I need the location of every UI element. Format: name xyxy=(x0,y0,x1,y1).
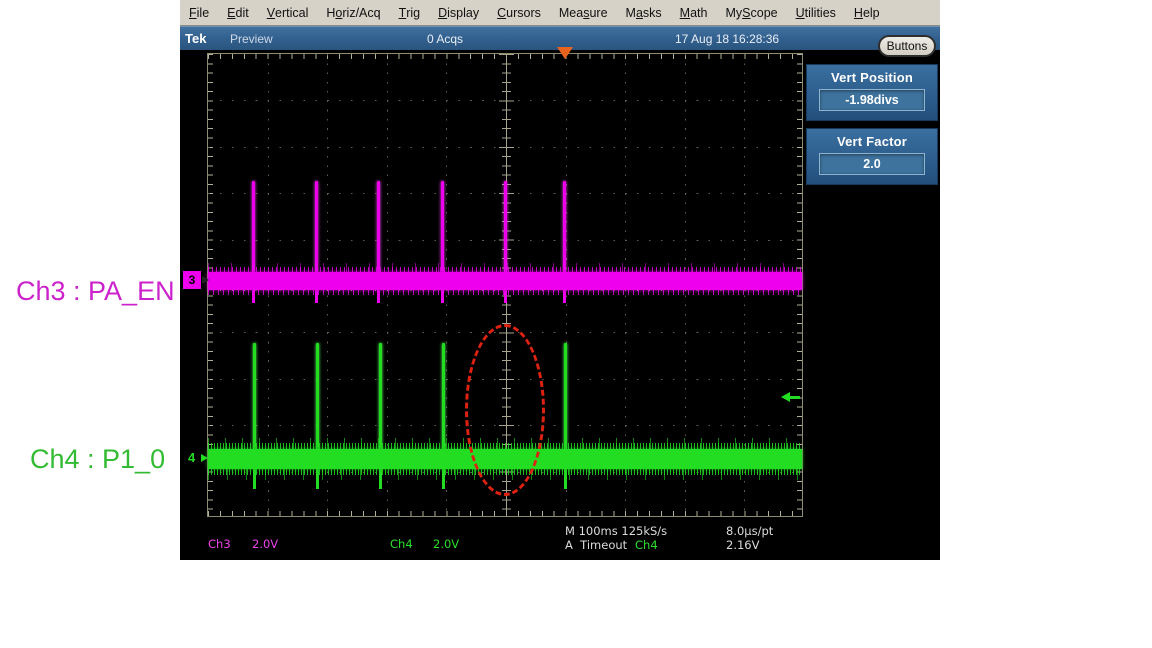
trigger-source-readout: Ch4 xyxy=(635,538,658,552)
trigger-level-readout: 2.16V xyxy=(726,538,760,552)
menu-item-cursors[interactable]: Cursors xyxy=(488,0,550,25)
ch4-scale-readout[interactable]: 2.0V xyxy=(433,537,459,551)
ch3-pulse xyxy=(504,181,507,273)
menu-bar: File Edit Vertical Ho riz/Acq Trig Display Curs… xyxy=(180,0,940,26)
missing-pulse-highlight-ellipse xyxy=(465,324,545,496)
ch4-position-marker[interactable]: 4 xyxy=(188,450,195,465)
trigger-position-marker-icon[interactable] xyxy=(557,47,573,59)
ch3-baseline-trace xyxy=(208,263,802,295)
ch3-position-marker[interactable]: 3 xyxy=(183,271,201,289)
datetime-display: 17 Aug 18 16:28:36 xyxy=(675,32,780,46)
ch3-readout-label[interactable]: Ch3 xyxy=(208,537,231,551)
ch3-pulse xyxy=(563,181,566,273)
ch4-readout-label[interactable]: Ch4 xyxy=(390,537,413,551)
tek-logo: Tek xyxy=(185,31,207,46)
horizontal-scale-readout: M 100ms 125kS/s xyxy=(565,524,668,538)
menu-item-masks[interactable]: Ma sks xyxy=(617,0,671,25)
graticule xyxy=(207,53,803,517)
menu-item-help[interactable]: Help xyxy=(845,0,889,25)
menu-item-math[interactable]: Math xyxy=(671,0,717,25)
menu-item-edit[interactable]: Edit xyxy=(218,0,258,25)
ch3-pulse xyxy=(252,181,255,273)
ch4-pulse xyxy=(564,343,567,450)
ch4-annotation-label: Ch4 : P1_0 xyxy=(30,444,166,474)
ch3-marker-arrow-icon xyxy=(202,276,209,284)
ch3-pulse xyxy=(377,181,380,273)
sample-resolution-readout: 8.0µs/pt xyxy=(726,524,774,538)
vert-factor-panel: Vert Factor 2.0 xyxy=(806,128,938,185)
ch3-annotation-label: Ch3 : PA_EN xyxy=(16,276,175,306)
oscilloscope-screen: File Edit Vertical Ho riz/Acq Trig Display Curs… xyxy=(180,0,940,560)
menu-item-trig[interactable]: Trig xyxy=(390,0,430,25)
ch4-pulse xyxy=(442,343,445,450)
ch3-pulse xyxy=(315,181,318,273)
vert-position-panel: Vert Position -1.98divs xyxy=(806,64,938,121)
ch4-pulse xyxy=(379,343,382,450)
buttons-button[interactable]: Buttons xyxy=(878,35,936,57)
menu-item-horizacq[interactable]: Ho riz/Acq xyxy=(317,0,389,25)
menu-item-utilities[interactable]: Utilities xyxy=(787,0,845,25)
vert-factor-value[interactable]: 2.0 xyxy=(819,153,925,175)
menu-item-file[interactable]: File xyxy=(180,0,218,25)
menu-item-vertical[interactable]: Vertical xyxy=(258,0,318,25)
trigger-type-readout: A Timeout xyxy=(565,538,628,552)
vert-position-title: Vert Position xyxy=(830,70,914,85)
ch4-pulse xyxy=(253,343,256,450)
menu-item-display[interactable]: Display xyxy=(429,0,488,25)
acquisition-mode-status: Preview xyxy=(230,32,273,46)
ch3-scale-readout[interactable]: 2.0V xyxy=(252,537,278,551)
ch3-pulse xyxy=(441,181,444,273)
menu-item-measure[interactable]: Mea s ure xyxy=(550,0,617,25)
menu-item-myscope[interactable]: My Scope xyxy=(716,0,786,25)
ch4-pulse xyxy=(316,343,319,450)
trigger-level-arrow-head-icon xyxy=(781,392,790,402)
ch4-marker-arrow-icon xyxy=(201,454,208,462)
trigger-level-arrow-icon xyxy=(789,396,800,399)
acquisition-count: 0 Acqs xyxy=(427,32,464,46)
vert-position-value[interactable]: -1.98divs xyxy=(819,89,925,111)
vert-factor-title: Vert Factor xyxy=(836,134,908,149)
